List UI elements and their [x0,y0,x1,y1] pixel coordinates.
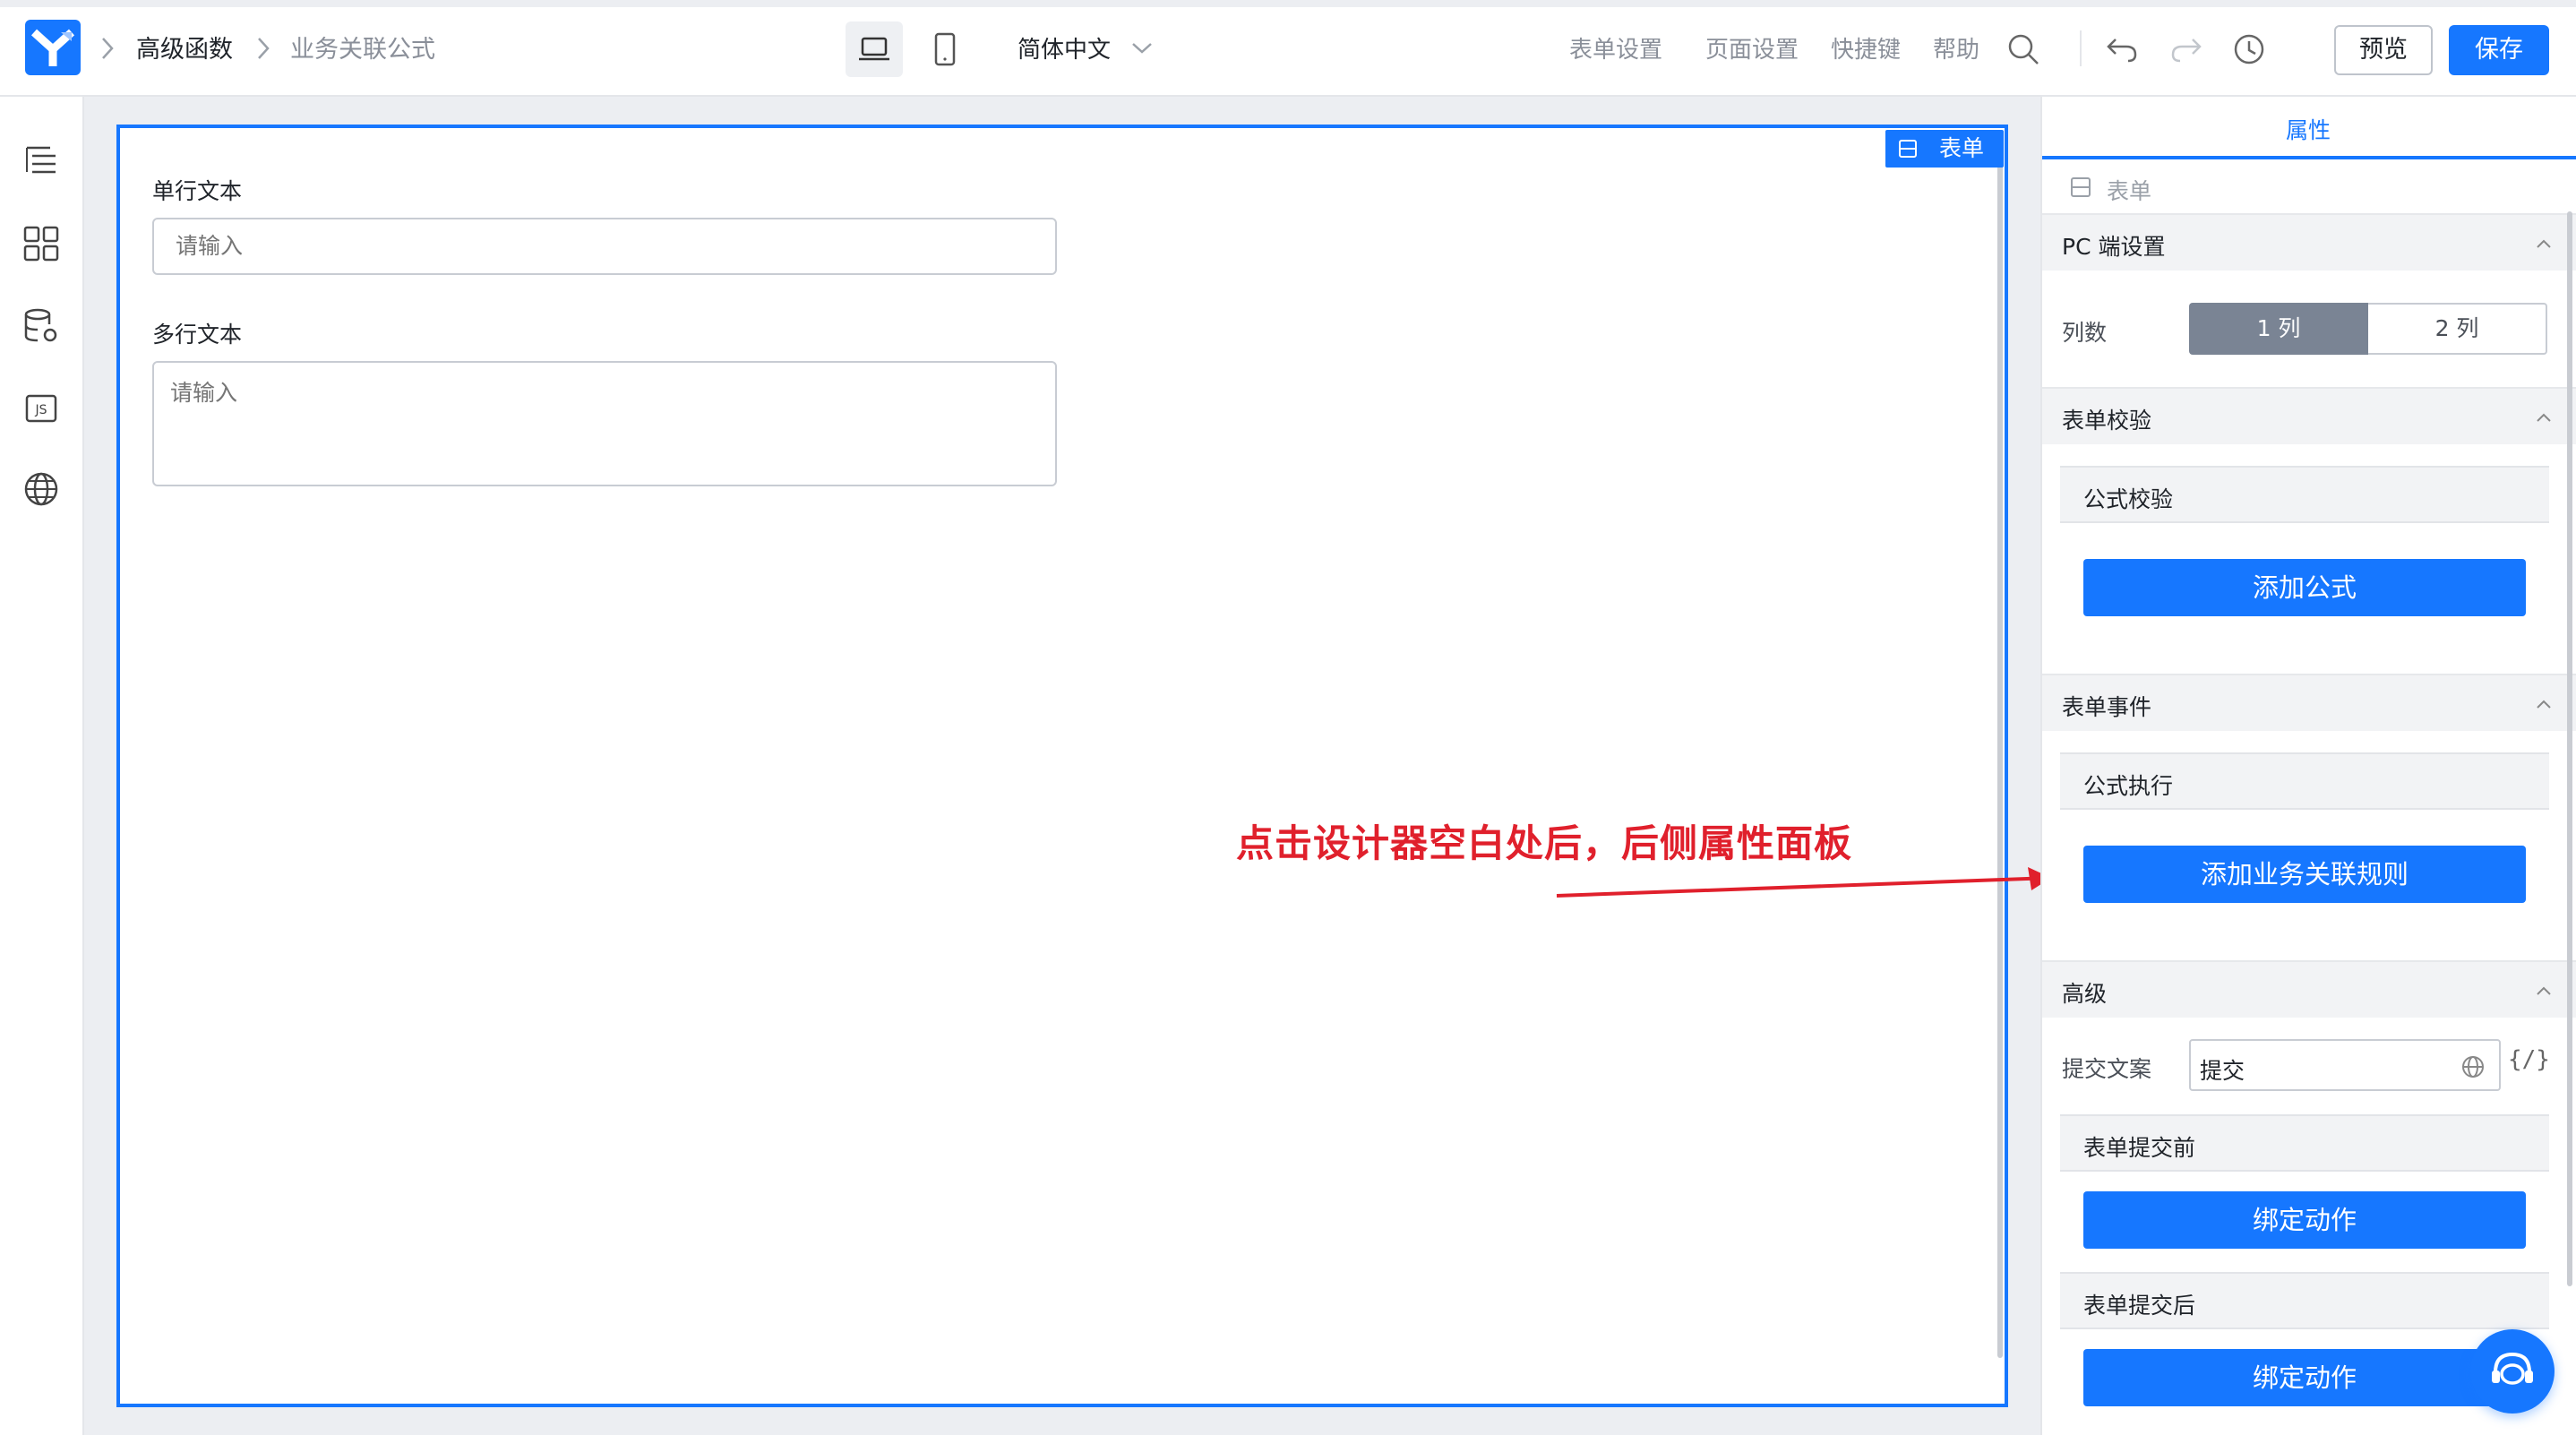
globe-icon[interactable] [21,469,61,509]
field-label-multi-line: 多行文本 [152,322,243,348]
form-tag[interactable]: 表单 [1885,130,2004,168]
single-line-input[interactable] [152,218,1057,275]
add-formula-button[interactable]: 添加公式 [2083,559,2526,616]
left-sidebar [0,97,84,1435]
form-icon [2069,176,2092,202]
globe-icon[interactable] [2460,1053,2486,1080]
components-icon[interactable] [21,224,61,263]
menu-page-settings[interactable]: 页面设置 [1705,32,1799,68]
outline-icon[interactable] [21,140,61,179]
chevron-right-icon [100,36,115,64]
customer-service-icon [2492,1352,2533,1385]
multi-line-textarea[interactable] [152,361,1057,486]
chevron-right-icon [256,36,270,64]
columns-label: 列数 [2062,320,2108,346]
redo-icon[interactable] [2169,36,2203,66]
toolbar-divider [2080,30,2082,66]
history-clock-icon[interactable] [2232,32,2266,70]
chevron-down-icon[interactable] [1130,41,1154,59]
chevron-up-icon[interactable] [2535,982,2553,1000]
mobile-view-button[interactable] [932,32,958,68]
section-title-events: 表单事件 [2062,694,2152,720]
column-option-1[interactable]: 1 列 [2189,303,2368,355]
section-title-validation: 表单校验 [2062,408,2152,434]
canvas-scrollbar[interactable] [1997,158,2003,1358]
section-header-pc[interactable]: PC 端设置 [2042,213,2576,271]
subsection-title-after-submit: 表单提交后 [2083,1293,2196,1319]
chevron-up-icon[interactable] [2535,235,2553,253]
subsection-title-before-submit: 表单提交前 [2083,1135,2196,1161]
breadcrumb-item-current-page[interactable]: 业务关联公式 [290,32,435,68]
subsection-title-formula-validation: 公式校验 [2083,486,2174,512]
menu-form-settings[interactable]: 表单设置 [1569,32,1662,68]
bind-action-before-button[interactable]: 绑定动作 [2083,1191,2526,1249]
column-option-2[interactable]: 2 列 [2368,303,2547,355]
design-canvas[interactable] [116,125,2008,1407]
window-edge [0,0,2576,7]
form-tag-label: 表单 [1939,135,1985,161]
language-select[interactable]: 简体中文 [1018,32,1111,68]
svg-text:JS: JS [34,403,47,417]
tab-active-indicator [2042,156,2576,159]
subsection-before-submit: 表单提交前 [2060,1114,2549,1172]
breadcrumb-item-advanced-functions[interactable]: 高级函数 [136,32,233,68]
add-business-rule-button[interactable]: 添加业务关联规则 [2083,846,2526,903]
chevron-up-icon[interactable] [2535,408,2553,426]
app-logo[interactable] [25,20,81,75]
submit-text-label: 提交文案 [2062,1056,2152,1082]
field-label-single-line: 单行文本 [152,178,243,204]
menu-shortcuts[interactable]: 快捷键 [1831,32,1901,68]
datasource-icon[interactable] [21,306,61,346]
chevron-up-icon[interactable] [2535,695,2553,713]
panel-breadcrumb: 表单 [2107,178,2152,204]
section-title-pc: PC 端设置 [2062,234,2166,260]
menu-help[interactable]: 帮助 [1933,32,1979,68]
form-icon [1899,140,1917,158]
subsection-after-submit: 表单提交后 [2060,1272,2549,1329]
subsection-formula-validation: 公式校验 [2060,466,2549,523]
annotation-arrow [1556,867,2052,898]
expression-icon[interactable]: {/} [2508,1046,2550,1073]
subsection-title-formula-execution: 公式执行 [2083,773,2174,799]
support-chat-button[interactable] [2470,1329,2555,1414]
desktop-view-button[interactable] [846,21,903,77]
preview-button[interactable]: 预览 [2334,25,2433,75]
save-button[interactable]: 保存 [2449,25,2549,75]
laptop-icon [859,37,889,61]
bind-action-after-button[interactable]: 绑定动作 [2083,1349,2526,1406]
section-header-events[interactable]: 表单事件 [2042,674,2576,731]
submit-text-value: 提交 [2200,1058,2245,1084]
subsection-formula-execution: 公式执行 [2060,752,2549,810]
search-icon[interactable] [2006,32,2040,70]
section-header-advanced[interactable]: 高级 [2042,960,2576,1018]
undo-icon[interactable] [2105,36,2139,66]
submit-text-input[interactable]: 提交 [2189,1039,2501,1091]
js-icon[interactable]: JS [21,389,61,428]
tab-properties[interactable]: 属性 [2286,113,2331,145]
phone-icon [934,32,956,66]
panel-scrollbar[interactable] [2567,211,2572,1286]
section-header-validation[interactable]: 表单校验 [2042,387,2576,444]
section-title-advanced: 高级 [2062,981,2108,1007]
